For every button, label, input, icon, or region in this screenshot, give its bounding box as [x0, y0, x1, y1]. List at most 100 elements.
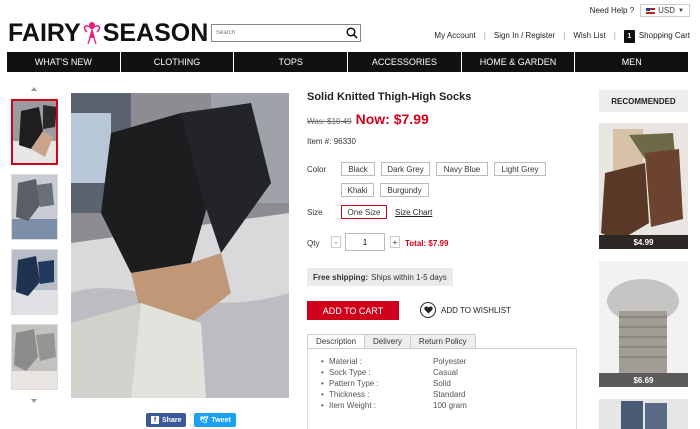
thumb-scroll-down-icon[interactable]: [31, 399, 37, 403]
tab-delivery[interactable]: Delivery: [364, 334, 411, 349]
my-account-link[interactable]: My Account: [434, 31, 475, 40]
was-price: Was: $10.49: [307, 117, 352, 126]
spec-key: Item Weight :: [329, 401, 376, 410]
color-option-burgundy[interactable]: Burgundy: [380, 183, 429, 197]
size-option-one-size[interactable]: One Size: [341, 205, 387, 219]
divider: |: [613, 31, 616, 40]
total-price: Total: $7.99: [405, 239, 448, 248]
color-label: Color: [307, 165, 327, 174]
spec-value: Standard: [433, 390, 466, 399]
recommended-item[interactable]: $4.99: [599, 123, 688, 249]
recommended-price: $6.69: [599, 373, 688, 387]
tab-description[interactable]: Description: [307, 334, 366, 349]
search-icon[interactable]: [344, 25, 360, 41]
color-option-dark-grey[interactable]: Dark Grey: [381, 162, 430, 176]
thumbnail-light-grey[interactable]: [11, 324, 58, 390]
bullet: •: [321, 357, 324, 366]
total-label: Total:: [405, 239, 427, 248]
bullet: •: [321, 368, 324, 377]
spec-list: • Material : Polyester • Sock Type : Casual …: [321, 356, 467, 411]
twitter-tweet-button[interactable]: 🕊 Tweet: [194, 413, 236, 427]
thumb-scroll-up-icon[interactable]: [31, 87, 37, 91]
wish-list-link[interactable]: Wish List: [573, 31, 605, 40]
add-to-wishlist-label: ADD TO WISHLIST: [441, 305, 511, 315]
spec-value: Casual: [433, 368, 458, 377]
thumbnail-black[interactable]: [11, 99, 58, 165]
spec-value: Polyester: [433, 357, 467, 366]
item-number-value: 96330: [333, 137, 356, 146]
recommended-item[interactable]: $6.69: [599, 261, 688, 387]
divider: |: [563, 31, 566, 40]
recommended-heading: RECOMMENDED: [599, 90, 688, 112]
recommended-item[interactable]: [599, 399, 688, 429]
search-input[interactable]: [212, 25, 344, 41]
spec-value: Solid: [433, 379, 451, 388]
currency-selector[interactable]: USD ▼: [640, 4, 690, 17]
bullet: •: [321, 401, 324, 410]
spec-key: Sock Type :: [329, 368, 371, 377]
qty-label: Qty: [307, 239, 320, 248]
spec-key: Pattern Type :: [329, 379, 379, 388]
chevron-down-icon: ▼: [678, 7, 684, 14]
nav-whats-new[interactable]: WHAT'S NEW: [7, 52, 121, 72]
fairy-logo-icon: [81, 18, 103, 45]
nav-home-garden[interactable]: HOME & GARDEN: [462, 52, 576, 72]
site-logo[interactable]: FAIRY SEASON: [8, 15, 208, 48]
color-option-light-grey[interactable]: Light Grey: [494, 162, 546, 176]
product-main-image: [71, 93, 289, 398]
color-option-navy-blue[interactable]: Navy Blue: [436, 162, 488, 176]
currency-label: USD: [658, 6, 676, 15]
nav-men[interactable]: MEN: [575, 52, 688, 72]
color-option-khaki[interactable]: Khaki: [341, 183, 374, 197]
thumbnail-grey[interactable]: [11, 174, 58, 240]
nav-accessories[interactable]: ACCESSORIES: [348, 52, 462, 72]
shipping-info: Free shipping: Ships within 1-5 days: [307, 268, 453, 286]
thumbnail-navy[interactable]: [11, 249, 58, 315]
logo-text-right: SEASON: [102, 19, 209, 47]
help-link[interactable]: Need Help ?: [590, 6, 634, 15]
nav-tops[interactable]: TOPS: [234, 52, 349, 72]
spec-row: • Thickness : Standard: [321, 389, 467, 400]
bullet: •: [321, 390, 324, 399]
cart-count: 1: [627, 33, 632, 40]
color-option-black[interactable]: Black: [341, 162, 375, 176]
item-number: Item #: 96330: [307, 137, 356, 146]
spec-row: • Pattern Type : Solid: [321, 378, 467, 389]
shipping-bold: Free shipping:: [313, 272, 369, 282]
description-panel: • Material : Polyester • Sock Type : Casual …: [307, 348, 577, 429]
add-to-wishlist-button[interactable]: ADD TO WISHLIST: [420, 302, 511, 318]
search-box: [211, 24, 361, 42]
account-links: My Account | Sign In / Register | Wish L…: [434, 29, 690, 43]
twitter-icon: 🕊: [199, 417, 209, 424]
price-row: Was: $10.49 Now: $7.99: [307, 111, 429, 127]
shipping-text: Ships within 1-5 days: [371, 272, 447, 282]
spec-key: Thickness :: [329, 390, 370, 399]
heart-icon: [420, 302, 436, 318]
spec-key: Material :: [329, 357, 362, 366]
add-to-cart-button[interactable]: ADD TO CART: [307, 301, 399, 320]
cart-bag-icon: 1: [623, 30, 635, 43]
nav-clothing[interactable]: CLOTHING: [121, 52, 235, 72]
facebook-icon: f: [151, 416, 159, 424]
size-chart-link[interactable]: Size Chart: [395, 208, 432, 217]
total-value: $7.99: [428, 239, 449, 248]
facebook-share-label: Share: [162, 416, 182, 424]
qty-decrease-button[interactable]: -: [331, 236, 341, 248]
product-title: Solid Knitted Thigh-High Socks: [307, 91, 472, 103]
product-tabs: Description Delivery Return Policy: [307, 334, 476, 349]
qty-increase-button[interactable]: +: [390, 236, 400, 248]
qty-input[interactable]: [345, 233, 385, 251]
spec-row: • Item Weight : 100 gram: [321, 400, 467, 411]
size-label: Size: [307, 208, 323, 217]
facebook-share-button[interactable]: f Share: [146, 413, 187, 427]
divider: |: [483, 31, 486, 40]
main-nav: WHAT'S NEW CLOTHING TOPS ACCESSORIES HOM…: [7, 52, 688, 72]
top-utility-bar: Need Help ? USD ▼: [590, 4, 690, 17]
now-price: Now: $7.99: [355, 111, 429, 127]
tab-return-policy[interactable]: Return Policy: [409, 334, 476, 349]
bullet: •: [321, 379, 324, 388]
spec-row: • Sock Type : Casual: [321, 367, 467, 378]
sign-in-link[interactable]: Sign In / Register: [494, 31, 555, 40]
shopping-cart-link[interactable]: 1 Shopping Cart: [623, 29, 690, 43]
logo-text-left: FAIRY: [8, 19, 81, 47]
